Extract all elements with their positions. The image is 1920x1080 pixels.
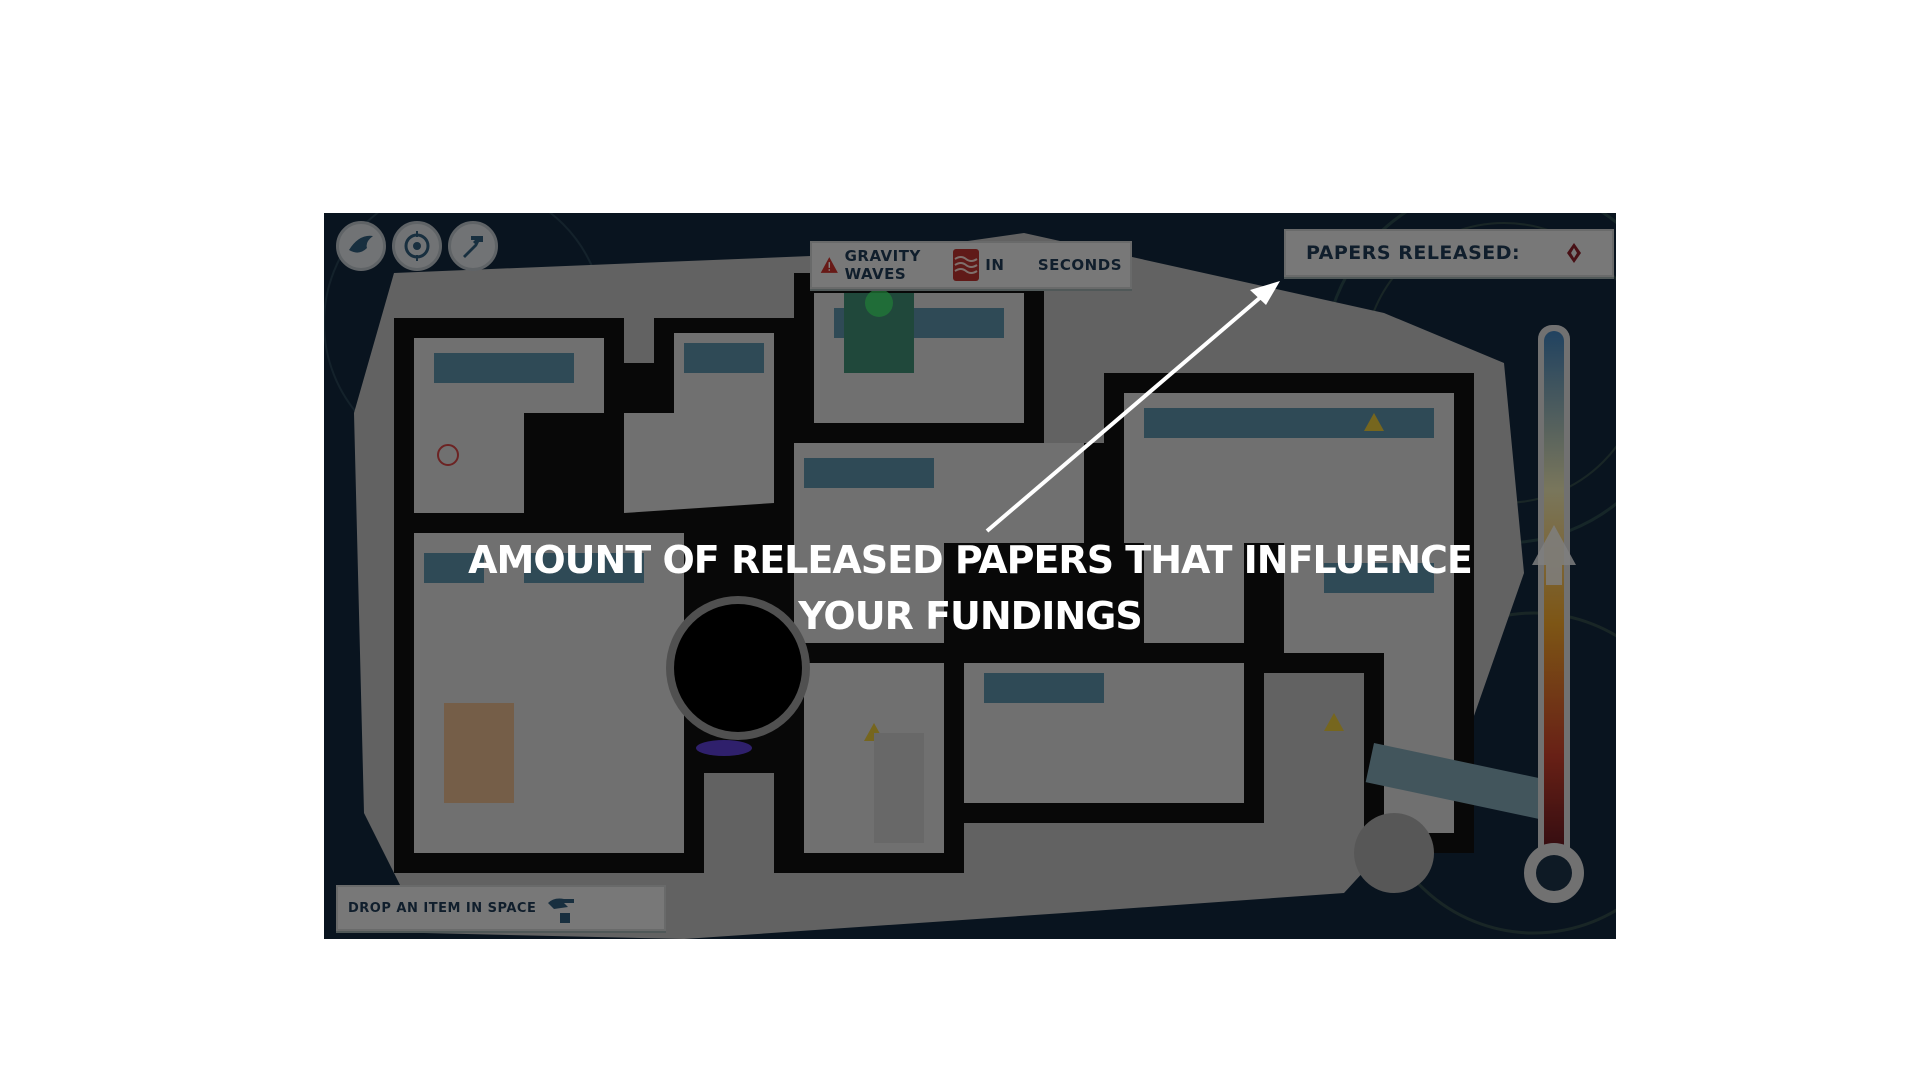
drop-item-banner[interactable]: DROP AN ITEM IN SPACE xyxy=(336,885,666,931)
bird-icon xyxy=(349,235,373,253)
hammer-button[interactable] xyxy=(448,221,498,271)
tutorial-annotation: AMOUNT OF RELEASED PAPERS THAT INFLUENCE… xyxy=(324,532,1616,644)
gravity-waves-in: IN xyxy=(985,256,1005,274)
hammer-icon xyxy=(463,236,483,258)
annotation-line-2: YOUR FUNDINGS xyxy=(798,594,1142,638)
gravity-waves-icon xyxy=(953,249,980,281)
target-button[interactable] xyxy=(392,221,442,271)
gravity-waves-seconds: SECONDS xyxy=(1037,256,1122,274)
diamond-icon xyxy=(1567,243,1582,263)
annotation-line-1: AMOUNT OF RELEASED PAPERS THAT INFLUENCE xyxy=(468,538,1473,582)
drop-item-label: DROP AN ITEM IN SPACE xyxy=(348,900,537,916)
drop-hand-icon xyxy=(548,898,575,923)
papers-released-label: PAPERS RELEASED: xyxy=(1306,242,1521,264)
papers-released-banner: PAPERS RELEASED: xyxy=(1284,229,1614,277)
target-icon xyxy=(404,231,430,261)
warning-icon xyxy=(820,257,838,273)
bird-button[interactable] xyxy=(336,221,386,271)
gravity-waves-label: GRAVITY WAVES xyxy=(844,247,921,283)
gravity-waves-banner: GRAVITY WAVES IN SECONDS xyxy=(810,241,1132,289)
